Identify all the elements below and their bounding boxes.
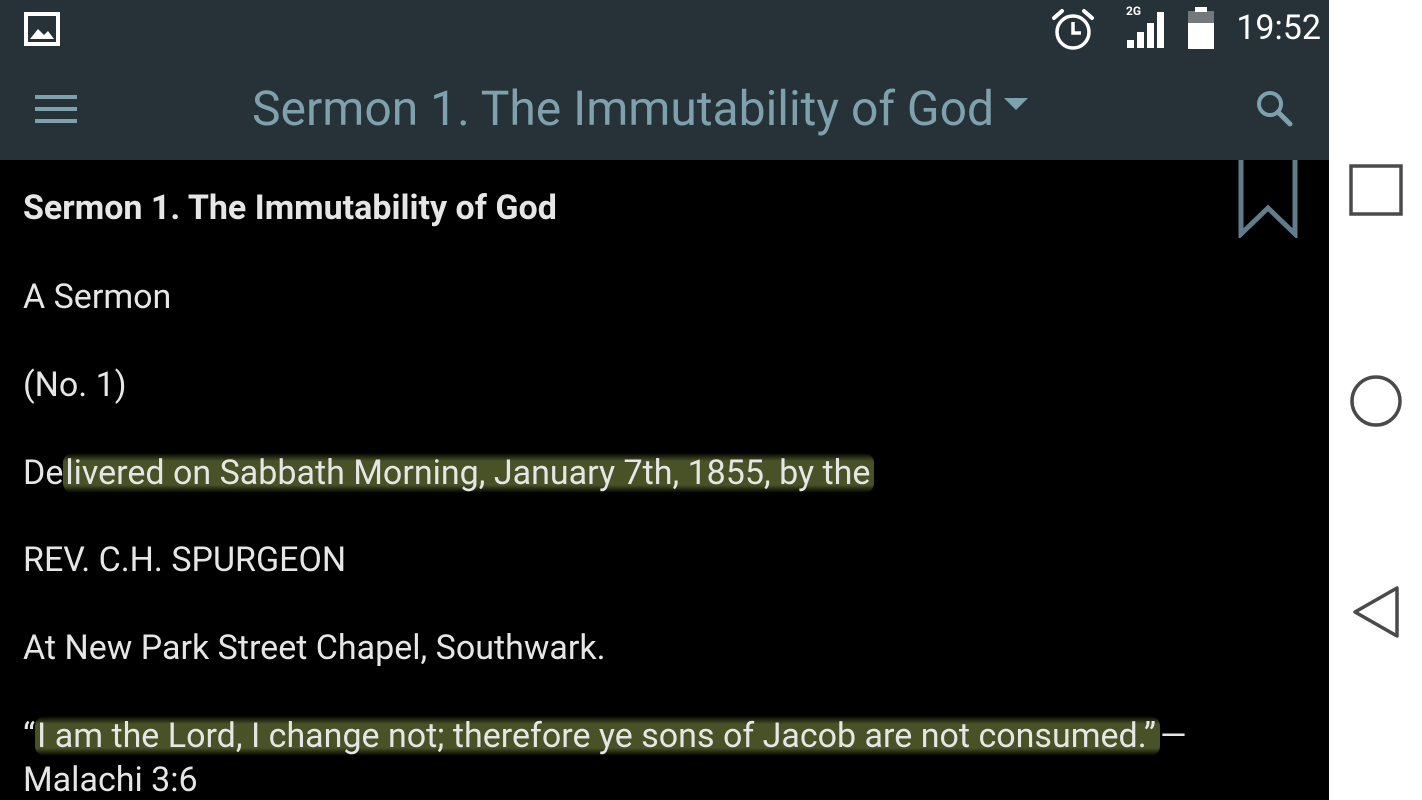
highlighted-text[interactable]: livered on Sabbath Morning, January 7th,… [63, 453, 875, 493]
delivered-prefix: De [23, 453, 64, 493]
status-time: 19:52 [1236, 8, 1321, 48]
status-bar: 2G 19:52 [0, 0, 1329, 58]
quote-dash: — [1160, 716, 1187, 756]
dropdown-arrow-icon [1004, 97, 1029, 116]
sermon-author: REV. C.H. SPURGEON [23, 540, 347, 580]
search-icon[interactable] [1255, 89, 1293, 131]
bookmark-icon[interactable] [1237, 160, 1299, 242]
sermon-subtitle: A Sermon [23, 277, 172, 317]
back-icon[interactable] [1351, 585, 1401, 643]
sermon-heading: Sermon 1. The Immutability of God [23, 188, 557, 228]
network-type-label: 2G [1126, 4, 1142, 18]
scripture-quote: “I am the Lord, I change not; therefore … [23, 716, 1187, 756]
navigation-bar [1329, 0, 1422, 800]
sermon-number: (No. 1) [23, 365, 127, 405]
app-bar: Sermon 1. The Immutability of God [0, 58, 1329, 160]
delivered-line: Delivered on Sabbath Morning, January 7t… [23, 453, 875, 493]
scripture-reference: Malachi 3:6 [23, 760, 198, 800]
home-icon[interactable] [1349, 374, 1403, 432]
app-title: Sermon 1. The Immutability of God [252, 80, 995, 137]
highlighted-quote[interactable]: I am the Lord, I change not; therefore y… [35, 716, 1161, 756]
image-icon [24, 12, 60, 50]
menu-icon[interactable] [35, 94, 77, 128]
quote-open-mark: “ [23, 716, 36, 756]
recents-icon[interactable] [1349, 164, 1403, 220]
battery-icon [1186, 6, 1216, 54]
reader-screen: 2G 19:52 Sermon 1. The Immutability of G… [0, 0, 1329, 800]
title-dropdown[interactable]: Sermon 1. The Immutability of God [252, 80, 1029, 137]
sermon-location: At New Park Street Chapel, Southwark. [23, 628, 606, 668]
alarm-icon [1050, 8, 1096, 56]
